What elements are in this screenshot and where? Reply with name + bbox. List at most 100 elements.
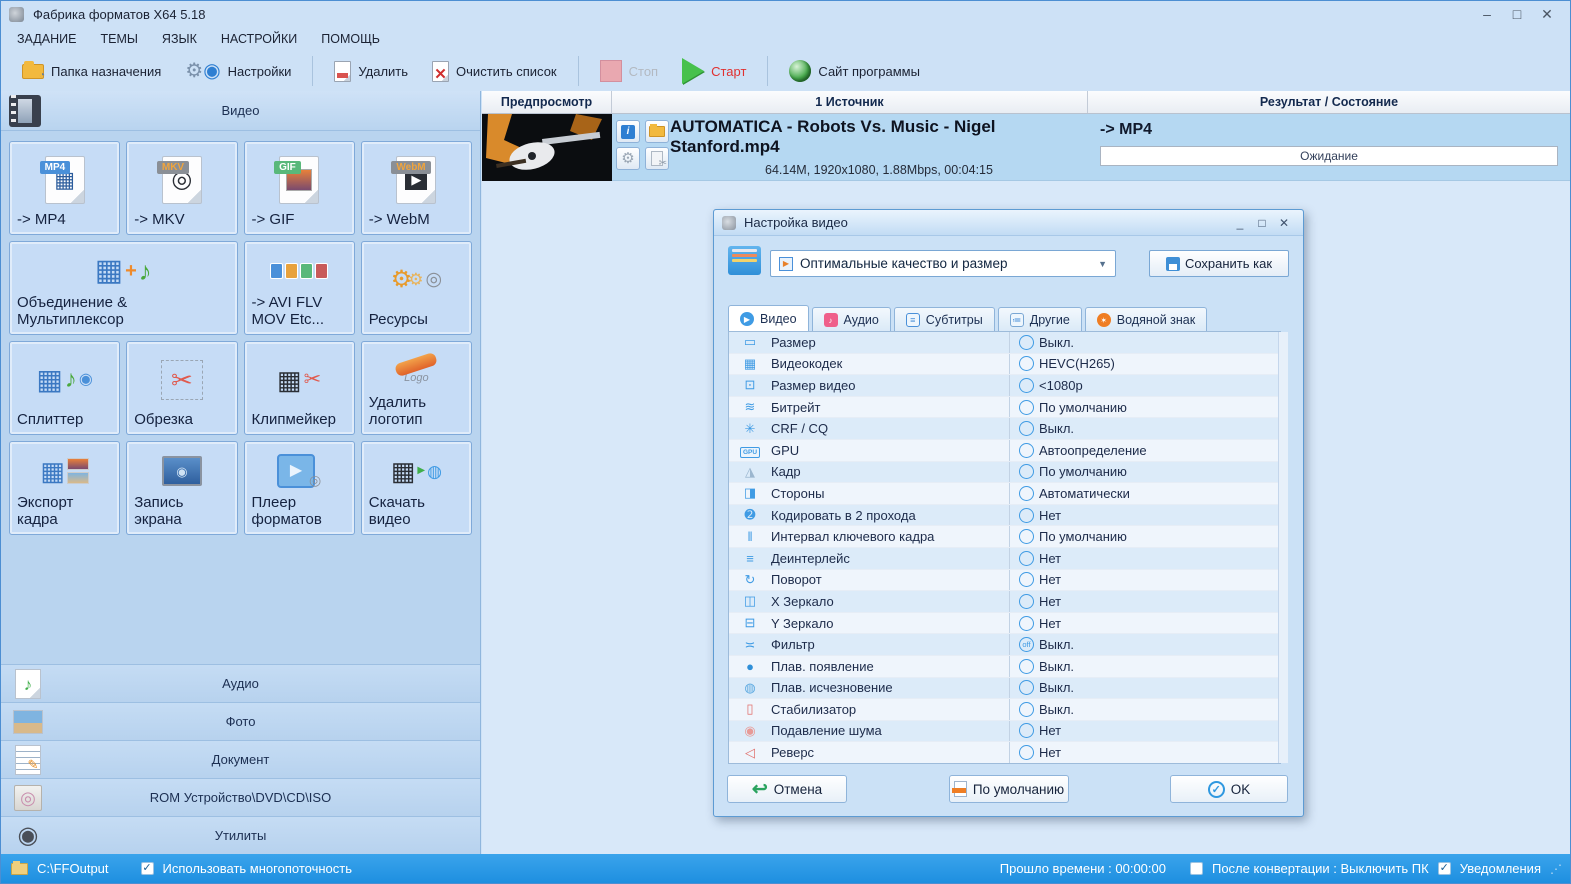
tile-to-gif[interactable]: GIF -> GIF bbox=[243, 141, 355, 235]
aspect-icon: ◨ bbox=[743, 485, 757, 501]
preset-dropdown[interactable]: ▶ Оптимальные качество и размер ▼ bbox=[770, 250, 1116, 277]
open-folder-button[interactable] bbox=[645, 120, 669, 143]
category-rom[interactable]: ◎ ROM Устройство\DVD\CD\ISO bbox=[1, 778, 480, 816]
multithread-checkbox[interactable]: ✓ bbox=[140, 862, 154, 875]
tab-audio[interactable]: ♪ Аудио bbox=[811, 307, 891, 332]
setting-row[interactable]: ▭ Размер Выкл. bbox=[729, 332, 1280, 354]
tile-remove-logo[interactable]: Logo Удалить логотип bbox=[360, 341, 472, 435]
tile-label: Объединение & Мультиплексор bbox=[17, 294, 128, 329]
category-audio[interactable]: ♪ Аудио bbox=[1, 664, 480, 702]
preview-thumbnail[interactable] bbox=[482, 114, 612, 181]
setting-row[interactable]: ≡ Деинтерлейс Нет bbox=[729, 547, 1280, 570]
tile-crop[interactable]: ✂ Обрезка bbox=[126, 341, 238, 435]
setting-row[interactable]: ◁ Реверс Нет bbox=[729, 742, 1280, 763]
back-arrow-icon: ↩ bbox=[751, 778, 768, 800]
file-settings-button[interactable]: ⚙ bbox=[616, 147, 640, 170]
file-clip-button[interactable] bbox=[645, 147, 669, 170]
settings-button[interactable]: ⚙◉ Настройки bbox=[176, 57, 300, 85]
save-as-button[interactable]: Сохранить как bbox=[1149, 250, 1289, 277]
off-badge-icon bbox=[1019, 745, 1034, 761]
setting-row[interactable]: ▦ Видеокодек HEVC(H265) bbox=[729, 353, 1280, 376]
elapsed-time: Прошло времени : 00:00:00 bbox=[999, 861, 1166, 876]
setting-row[interactable]: ↻ Поворот Нет bbox=[729, 569, 1280, 592]
crf-icon: ✳ bbox=[744, 420, 756, 436]
stop-button[interactable]: Стоп bbox=[591, 56, 667, 86]
shutdown-checkbox[interactable] bbox=[1189, 862, 1203, 875]
resize-grip[interactable]: ⋰ bbox=[1550, 862, 1562, 876]
ok-button[interactable]: ✓ OK bbox=[1170, 775, 1288, 803]
notifications-checkbox[interactable]: ✓ bbox=[1437, 862, 1451, 875]
setting-row[interactable]: ⊟ Y Зеркало Нет bbox=[729, 612, 1280, 635]
tile-export-frame[interactable]: ▦ Экспорт кадра bbox=[9, 441, 121, 535]
output-path[interactable]: C:\FFOutput bbox=[37, 861, 109, 876]
setting-label: Стороны bbox=[771, 485, 825, 501]
tile-download-video[interactable]: ▦ ▶ ◍ Скачать видео bbox=[360, 441, 472, 535]
minimize-button[interactable]: – bbox=[1472, 6, 1502, 23]
preview-column-header[interactable]: Предпросмотр bbox=[482, 91, 612, 113]
tab-video[interactable]: ▶ Видео bbox=[728, 305, 809, 332]
dialog-minimize-button[interactable]: _ bbox=[1229, 216, 1251, 230]
maximize-button[interactable]: □ bbox=[1502, 6, 1532, 23]
menu-task[interactable]: ЗАДАНИЕ bbox=[17, 32, 76, 46]
setting-row[interactable]: ◫ X Зеркало Нет bbox=[729, 591, 1280, 613]
source-file-details: 64.14M, 1920x1080, 1.88Mbps, 00:04:15 bbox=[765, 163, 993, 177]
category-document[interactable]: ✎ Документ bbox=[1, 740, 480, 778]
setting-row[interactable]: ◉ Подавление шума Нет bbox=[729, 720, 1280, 743]
tile-to-webm[interactable]: WebM ▶ -> WebM bbox=[360, 141, 472, 235]
tab-other[interactable]: ≔ Другие bbox=[997, 307, 1082, 332]
clear-list-button[interactable]: Очистить список bbox=[423, 57, 566, 86]
result-column-header[interactable]: Результат / Состояние bbox=[1088, 91, 1570, 113]
mp4-file-icon: MP4 ▦ bbox=[17, 147, 112, 212]
table-scrollbar[interactable] bbox=[1278, 332, 1288, 763]
default-button[interactable]: По умолчанию bbox=[949, 775, 1069, 803]
setting-row[interactable]: ◍ Плав. исчезновение Выкл. bbox=[729, 677, 1280, 700]
tile-to-mkv[interactable]: MKV ◎ -> MKV bbox=[126, 141, 238, 235]
tile-label: Удалить логотип bbox=[368, 394, 427, 429]
close-button[interactable]: ✕ bbox=[1532, 6, 1562, 23]
tile-clipmaker[interactable]: ▦ ✂ Клипмейкер bbox=[243, 341, 355, 435]
dialog-titlebar[interactable]: Настройка видео _ □ ✕ bbox=[714, 210, 1303, 236]
tile-mux[interactable]: ▦ + ♪ Объединение & Мультиплексор bbox=[9, 241, 238, 335]
tile-resources[interactable]: ⚙ ⚙ ◎ Ресурсы bbox=[360, 241, 472, 335]
delete-button[interactable]: Удалить bbox=[325, 57, 417, 86]
menu-help[interactable]: ПОМОЩЬ bbox=[321, 32, 380, 46]
file-info-button[interactable]: i bbox=[616, 120, 640, 143]
menu-language[interactable]: ЯЗЫК bbox=[162, 32, 197, 46]
info-icon: i bbox=[621, 124, 635, 139]
setting-row[interactable]: ✳ CRF / CQ Выкл. bbox=[729, 418, 1280, 440]
tile-label: -> MKV bbox=[134, 211, 185, 229]
menu-settings[interactable]: НАСТРОЙКИ bbox=[221, 32, 297, 46]
category-utilities[interactable]: ◉ Утилиты bbox=[1, 816, 480, 854]
start-button[interactable]: Старт bbox=[673, 54, 755, 88]
cancel-button[interactable]: ↩ Отмена bbox=[727, 775, 847, 803]
off-badge-icon bbox=[1019, 485, 1034, 501]
file-row[interactable]: i ⚙ AUTOMATICA - Robots Vs. Music - Nige… bbox=[482, 114, 1570, 181]
setting-row[interactable]: ◮ Кадр По умолчанию bbox=[729, 461, 1280, 484]
tile-screen-record[interactable]: ◉ Запись экрана bbox=[126, 441, 238, 535]
dialog-maximize-button[interactable]: □ bbox=[1251, 216, 1273, 230]
category-photo[interactable]: Фото bbox=[1, 702, 480, 740]
dest-folder-button[interactable]: Папка назначения bbox=[13, 60, 170, 83]
setting-row[interactable]: ≋ Битрейт По умолчанию bbox=[729, 396, 1280, 419]
setting-row[interactable]: ◨ Стороны Автоматически bbox=[729, 483, 1280, 505]
tile-to-avi-flv[interactable]: -> AVI FLV MOV Etc... bbox=[243, 241, 355, 335]
source-column-header[interactable]: 1 Источник bbox=[612, 91, 1088, 113]
setting-row[interactable]: GPU GPU Автоопределение bbox=[729, 439, 1280, 462]
setting-row[interactable]: ● Плав. появление Выкл. bbox=[729, 655, 1280, 678]
setting-row[interactable]: ➋ Кодировать в 2 прохода Нет bbox=[729, 504, 1280, 527]
tab-subtitles[interactable]: ≡ Субтитры bbox=[893, 307, 995, 332]
setting-row[interactable]: ‖ Интервал ключевого кадра По умолчанию bbox=[729, 526, 1280, 548]
setting-row[interactable]: ▯ Стабилизатор Выкл. bbox=[729, 699, 1280, 721]
document-icon: ✎ bbox=[13, 745, 43, 775]
tile-format-player[interactable]: ▶ ◎ Плеер форматов bbox=[243, 441, 355, 535]
reel-icon: ◉ bbox=[17, 822, 39, 849]
menu-themes[interactable]: ТЕМЫ bbox=[100, 32, 137, 46]
site-button[interactable]: Сайт программы bbox=[780, 56, 929, 86]
dialog-close-button[interactable]: ✕ bbox=[1273, 216, 1295, 230]
setting-row[interactable]: ≍ Фильтр off Выкл. bbox=[729, 634, 1280, 656]
setting-row[interactable]: ⊡ Размер видео <1080p bbox=[729, 375, 1280, 397]
tab-watermark[interactable]: ✶ Водяной знак bbox=[1084, 307, 1208, 332]
video-section-header[interactable]: Видео bbox=[1, 91, 480, 131]
tile-splitter[interactable]: ▦ ♪ ◉ Сплиттер bbox=[9, 341, 121, 435]
tile-to-mp4[interactable]: MP4 ▦ -> MP4 bbox=[9, 141, 121, 235]
